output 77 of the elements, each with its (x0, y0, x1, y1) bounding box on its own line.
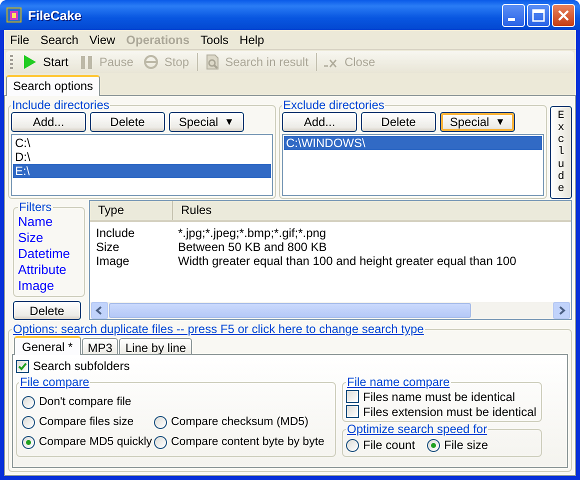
filter-link[interactable]: Size (18, 230, 82, 246)
button[interactable]: Add... (282, 112, 357, 132)
checkbox[interactable] (346, 390, 359, 403)
toolbar-button[interactable]: Start (18, 52, 74, 72)
radio-button[interactable] (22, 436, 35, 448)
filter-link[interactable]: Name (18, 214, 82, 230)
close-button[interactable] (552, 4, 575, 26)
group-title: Filters (18, 200, 53, 214)
radio-label: Compare files size (39, 416, 134, 428)
button[interactable]: Delete (361, 112, 436, 132)
checkbox-label: Search subfolders (33, 359, 130, 373)
tab[interactable]: MP3 (82, 338, 118, 354)
list-item[interactable]: E:\ (13, 164, 271, 178)
radio-button[interactable] (154, 436, 167, 448)
radio-label: Compare MD5 quickly (38, 436, 152, 448)
horizontal-scrollbar[interactable] (90, 302, 571, 319)
checkbox-label: Files name must be identical (363, 390, 516, 404)
group-title: Include directories (11, 98, 110, 112)
play-icon (22, 54, 38, 70)
group-title: File name compare (346, 375, 451, 389)
app-icon (6, 7, 22, 23)
radio-button[interactable] (22, 416, 35, 428)
tab[interactable]: General * (14, 336, 81, 355)
list-item[interactable]: C:\WINDOWS\ (284, 136, 542, 150)
table-cell-text: Include (95, 226, 136, 240)
checkbox[interactable] (16, 360, 29, 372)
exclude-button[interactable]: Exclude (550, 106, 572, 199)
minimize-icon (508, 18, 515, 20)
filter-link[interactable]: Image (18, 278, 82, 294)
scroll-thumb[interactable] (109, 303, 471, 318)
radio-label: File size (444, 438, 488, 452)
menu-item[interactable]: File (6, 32, 36, 46)
column-header[interactable]: Rules (173, 201, 561, 220)
radio-label: Compare content byte by byte (171, 436, 324, 448)
radio-button[interactable] (427, 438, 440, 452)
window-title: FileCake (28, 8, 82, 22)
button[interactable]: Special ▼ (440, 112, 515, 132)
table-cell-text: *.jpg;*.jpeg;*.bmp;*.gif;*.png (177, 226, 326, 240)
group-title: Optimize search speed for (346, 422, 488, 436)
table-cell-text: Size (95, 240, 120, 254)
group-title: File compare (19, 375, 90, 389)
menu-item[interactable]: Search (36, 32, 86, 46)
search-type-link[interactable]: Options: search duplicate files -- press F5 or click here to change search type (12, 322, 425, 336)
checkbox[interactable] (346, 405, 359, 418)
list-item[interactable]: D:\ (13, 150, 271, 164)
filter-link[interactable]: Attribute (18, 262, 82, 278)
tab[interactable]: Line by line (119, 338, 192, 354)
scroll-right-button[interactable] (553, 302, 570, 319)
radio-button[interactable] (154, 416, 167, 428)
menu-item[interactable]: Help (236, 32, 272, 46)
menu-item[interactable]: Tools (196, 32, 236, 46)
minimize-button[interactable] (502, 4, 525, 26)
document-magnifier-icon (204, 54, 220, 70)
button[interactable]: Add... (11, 112, 86, 132)
radio-label: File count (363, 438, 416, 452)
radio-label: Compare checksum (MD5) (171, 416, 308, 428)
menu-item[interactable]: View (85, 32, 122, 46)
button[interactable]: Delete (90, 112, 165, 132)
radio-label: Don't compare file (39, 396, 132, 408)
toolbar-grip[interactable] (10, 55, 13, 69)
delete-button[interactable]: Delete (13, 301, 81, 320)
checkbox-label: Files extension must be identical (363, 404, 536, 418)
column-header[interactable]: Type (90, 201, 173, 220)
pause-icon (78, 54, 94, 70)
table-cell-text: Between 50 KB and 800 KB (177, 240, 327, 254)
scroll-left-button[interactable] (91, 302, 108, 319)
button[interactable]: Special ▼ (169, 112, 244, 132)
table-cell-text: Width greater equal than 100 and height greater equal than 100 (177, 254, 516, 268)
stop-icon (143, 54, 160, 70)
table-cell-text: Image (95, 254, 130, 268)
filter-link[interactable]: Datetime (18, 246, 82, 262)
radio-button[interactable] (346, 438, 359, 452)
radio-button[interactable] (22, 396, 35, 408)
tab[interactable]: Search options (6, 75, 100, 96)
group-title: Exclude directories (282, 98, 386, 112)
list-item[interactable]: C:\ (13, 136, 271, 150)
maximize-button[interactable] (527, 4, 550, 26)
